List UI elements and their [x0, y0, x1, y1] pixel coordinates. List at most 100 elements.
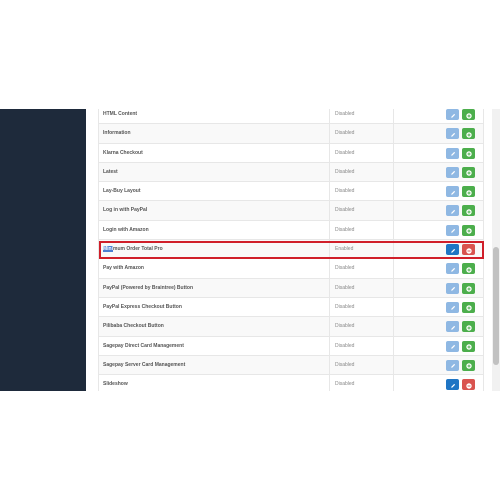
edit-button[interactable] [446, 376, 459, 391]
column-divider [393, 143, 394, 162]
minus-circle-icon [465, 241, 472, 259]
edit-button[interactable] [446, 166, 459, 178]
install-button[interactable] [462, 147, 475, 159]
install-button[interactable] [462, 321, 475, 333]
plus-circle-icon [465, 356, 472, 374]
column-divider [329, 278, 330, 297]
pencil-icon [450, 298, 456, 316]
module-status: Disabled [335, 265, 355, 272]
module-name: Sagepay Server Card Management [103, 361, 186, 368]
module-name: Information [103, 130, 131, 137]
edit-button[interactable] [446, 224, 459, 236]
edit-button[interactable] [446, 186, 459, 198]
column-divider [393, 182, 394, 201]
scrollbar[interactable] [492, 109, 500, 391]
pencil-icon [450, 241, 456, 259]
column-divider [329, 143, 330, 162]
column-divider [393, 317, 394, 336]
column-divider [329, 240, 330, 259]
plus-circle-icon [465, 109, 472, 124]
pencil-icon [450, 376, 456, 391]
pencil-icon [450, 260, 456, 278]
edit-button[interactable] [446, 321, 459, 333]
pencil-icon [450, 337, 456, 355]
module-status: Disabled [335, 168, 355, 175]
plus-circle-icon [465, 337, 472, 355]
install-button[interactable] [462, 109, 475, 120]
plus-circle-icon [465, 298, 472, 316]
column-divider [329, 375, 330, 391]
pencil-icon [450, 221, 456, 239]
column-divider [329, 336, 330, 355]
module-status: Disabled [335, 361, 355, 368]
module-name: Log in with PayPal [103, 207, 148, 214]
install-button[interactable] [462, 359, 475, 371]
install-button[interactable] [462, 205, 475, 217]
table-row: HTML Content Disabled [98, 109, 484, 125]
table-row: Klarna Checkout Disabled [98, 143, 484, 163]
install-button[interactable] [462, 263, 475, 275]
column-divider [329, 182, 330, 201]
plus-circle-icon [465, 125, 472, 143]
plus-circle-icon [465, 183, 472, 201]
module-name: Klarna Checkout [103, 149, 143, 156]
column-divider [393, 375, 394, 391]
scrollbar-thumb[interactable] [493, 247, 499, 365]
table-row: Log in with PayPal Disabled [98, 201, 484, 221]
install-button[interactable] [462, 128, 475, 140]
plus-circle-icon [465, 144, 472, 162]
pencil-icon [450, 163, 456, 181]
table-row: Sagepay Server Card Management Disabled [98, 355, 484, 376]
module-status: Disabled [335, 226, 355, 233]
column-divider [393, 124, 394, 143]
column-divider [329, 259, 330, 278]
install-button[interactable] [462, 224, 475, 236]
module-name-rest: mum Order Total Pro [113, 246, 163, 253]
plus-circle-icon [465, 318, 472, 336]
column-divider [393, 201, 394, 220]
column-divider [393, 297, 394, 317]
edit-button[interactable] [446, 301, 459, 313]
plus-circle-icon [465, 279, 472, 297]
column-divider [329, 124, 330, 143]
minus-circle-icon [465, 376, 472, 391]
install-button[interactable] [462, 301, 475, 313]
module-status: Disabled [335, 149, 355, 156]
table-row: Information Disabled [98, 124, 484, 144]
column-divider [329, 201, 330, 220]
column-divider [393, 220, 394, 240]
edit-button[interactable] [446, 147, 459, 159]
module-name: HTML Content [103, 111, 138, 117]
edit-button[interactable] [446, 205, 459, 217]
uninstall-button[interactable] [462, 244, 475, 256]
edit-button[interactable] [446, 128, 459, 140]
edit-button[interactable] [446, 359, 459, 371]
install-button[interactable] [462, 186, 475, 198]
module-name: Sagepay Direct Card Management [103, 342, 184, 349]
module-name: Lay-Buy Layout [103, 188, 141, 195]
module-name: Slideshow [103, 381, 128, 388]
column-divider [329, 297, 330, 317]
column-divider [329, 220, 330, 240]
install-button[interactable] [462, 340, 475, 352]
column-divider [329, 317, 330, 336]
column-divider [329, 162, 330, 182]
module-status: Disabled [335, 111, 355, 117]
module-name: Pay with Amazon [103, 265, 144, 272]
uninstall-button[interactable] [462, 376, 475, 391]
module-name: Pilibaba Checkout Button [103, 323, 164, 330]
table-row: Latest Disabled [98, 162, 484, 183]
pencil-icon [450, 183, 456, 201]
edit-button[interactable] [446, 340, 459, 352]
column-divider [393, 109, 394, 124]
module-name: PayPal Express Checkout Button [103, 303, 182, 310]
edit-button[interactable] [446, 282, 459, 294]
plus-circle-icon [465, 202, 472, 220]
table-row: Pay with Amazon Disabled [98, 259, 484, 279]
install-button[interactable] [462, 282, 475, 294]
install-button[interactable] [462, 166, 475, 178]
module-status: Disabled [335, 303, 355, 310]
edit-button[interactable] [446, 263, 459, 275]
edit-button[interactable] [446, 109, 459, 120]
edit-button[interactable] [446, 244, 459, 256]
